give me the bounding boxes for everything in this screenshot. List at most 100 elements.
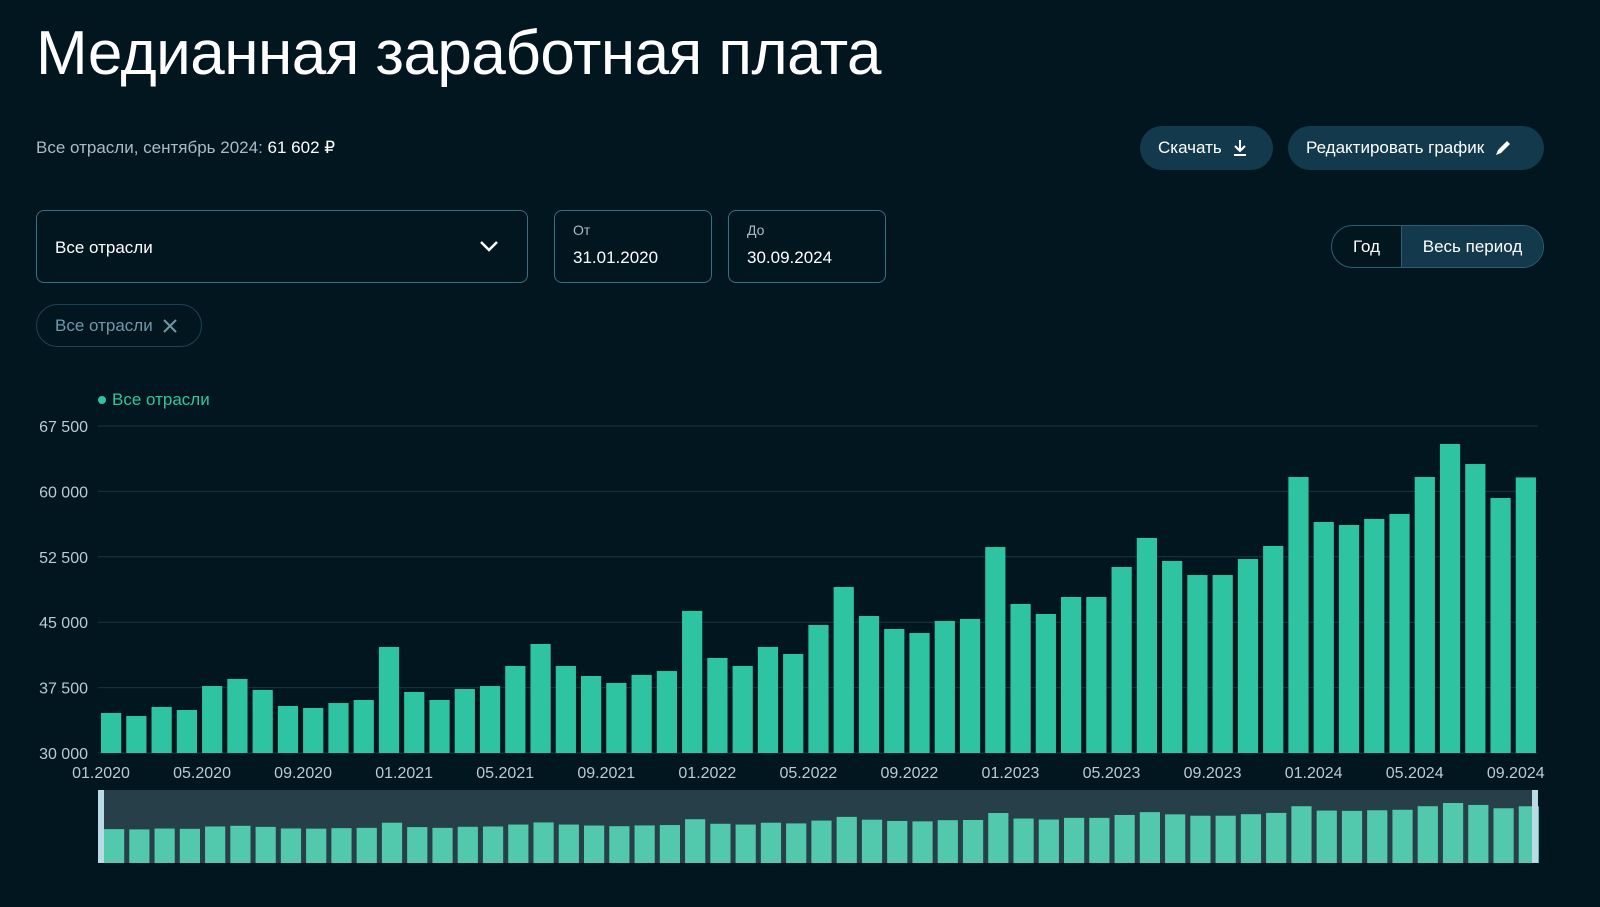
navigator-bar (1518, 806, 1539, 863)
navigator-bar (356, 827, 377, 863)
navigator-bar (861, 819, 883, 863)
page-title: Медианная заработная плата (36, 19, 881, 88)
close-icon[interactable] (163, 318, 177, 333)
bar (328, 703, 349, 753)
navigator-bar (432, 827, 453, 863)
bar (682, 610, 703, 753)
navigator-bar (129, 829, 150, 863)
chart-legend: Все отрасли (98, 390, 210, 410)
navigator-handle-left[interactable] (98, 790, 104, 863)
bar (227, 678, 248, 753)
navigator-bar (685, 819, 706, 863)
navigator-bar (1493, 808, 1514, 863)
date-to-value: 30.09.2024 (747, 248, 833, 267)
navigator-handle-right[interactable] (1532, 790, 1538, 863)
bar (126, 716, 147, 753)
navigator-bar (306, 828, 327, 863)
bar (1414, 477, 1435, 753)
x-tick-label: 09.2020 (274, 765, 332, 782)
navigator-bar (659, 825, 680, 863)
bar (202, 686, 223, 753)
navigator-bar (1114, 814, 1135, 863)
bar (1212, 575, 1233, 753)
navigator-bar (381, 822, 403, 863)
download-button[interactable]: Скачать (1140, 126, 1273, 170)
bar (959, 618, 981, 753)
bar (176, 710, 197, 753)
bar (101, 712, 122, 753)
navigator-bar (1341, 810, 1363, 863)
pencil-icon (1496, 141, 1511, 155)
bar (581, 676, 602, 753)
navigator-bar (1064, 817, 1085, 863)
bar (429, 699, 450, 753)
navigator-bar (1240, 814, 1262, 863)
x-tick-label: 01.2020 (72, 765, 130, 782)
bar (1515, 477, 1536, 753)
navigator-bar (205, 826, 226, 863)
bar (985, 547, 1006, 753)
bar (1086, 596, 1107, 753)
period-all[interactable]: Весь период (1402, 226, 1543, 267)
navigator-bar (887, 820, 908, 863)
bar (833, 586, 854, 753)
bar (1490, 498, 1511, 753)
navigator-bar (1165, 814, 1186, 863)
bar (479, 686, 501, 753)
y-tick-label: 60 000 (39, 484, 88, 501)
x-tick-label: 05.2020 (173, 765, 231, 782)
industry-select[interactable]: Все отрасли (36, 210, 528, 283)
x-tick-label: 05.2021 (476, 765, 534, 782)
navigator-bar (1367, 810, 1388, 863)
bar (1439, 443, 1461, 753)
bar (1389, 513, 1410, 753)
x-tick-label: 05.2022 (779, 765, 837, 782)
bar (707, 657, 728, 753)
summary-label: Все отрасли, сентябрь 2024: (36, 138, 263, 157)
bar (1010, 603, 1031, 753)
navigator-bar (836, 816, 857, 863)
x-tick-label: 05.2024 (1386, 765, 1444, 782)
bar (1136, 537, 1157, 753)
bar (732, 665, 753, 753)
navigator-bar (280, 828, 302, 863)
y-tick-label: 52 500 (39, 550, 88, 567)
x-tick-label: 09.2023 (1184, 765, 1242, 782)
navigator-bar (255, 826, 276, 863)
bar (783, 654, 804, 753)
summary-value: 61 602 ₽ (267, 138, 336, 157)
bar (505, 665, 526, 753)
bar (631, 674, 652, 753)
date-to-field[interactable]: До 30.09.2024 (728, 210, 886, 283)
navigator-bar (710, 823, 731, 863)
bar (884, 629, 905, 753)
x-tick-label: 01.2022 (678, 765, 736, 782)
date-from-field[interactable]: От 31.01.2020 (554, 210, 712, 283)
edit-chart-button[interactable]: Редактировать график (1288, 126, 1544, 170)
bar (1111, 567, 1132, 753)
y-tick-label: 30 000 (39, 746, 88, 763)
x-tick-label: 09.2024 (1487, 765, 1545, 782)
navigator-bar (1013, 818, 1034, 863)
navigator-bar (962, 819, 984, 863)
bar (252, 689, 273, 753)
bar (530, 644, 551, 753)
navigator-bar (634, 825, 655, 863)
navigator-bar (1392, 809, 1413, 863)
bar (606, 682, 627, 753)
navigator-bar (1038, 819, 1059, 863)
navigator-bar (1190, 815, 1211, 863)
bar (808, 624, 829, 753)
legend-label: Все отрасли (112, 390, 210, 409)
period-year[interactable]: Год (1332, 226, 1402, 267)
navigator-bar (1089, 817, 1110, 863)
filter-chip[interactable]: Все отрасли (36, 304, 202, 347)
navigator-bar (988, 813, 1009, 863)
navigator-bar (482, 826, 504, 863)
navigator-bar (786, 823, 807, 863)
navigator-bar (912, 821, 933, 863)
navigator-bar (735, 824, 756, 863)
industry-value: Все отрасли (55, 238, 153, 257)
x-tick-label: 05.2023 (1083, 765, 1141, 782)
bar (1338, 524, 1360, 753)
